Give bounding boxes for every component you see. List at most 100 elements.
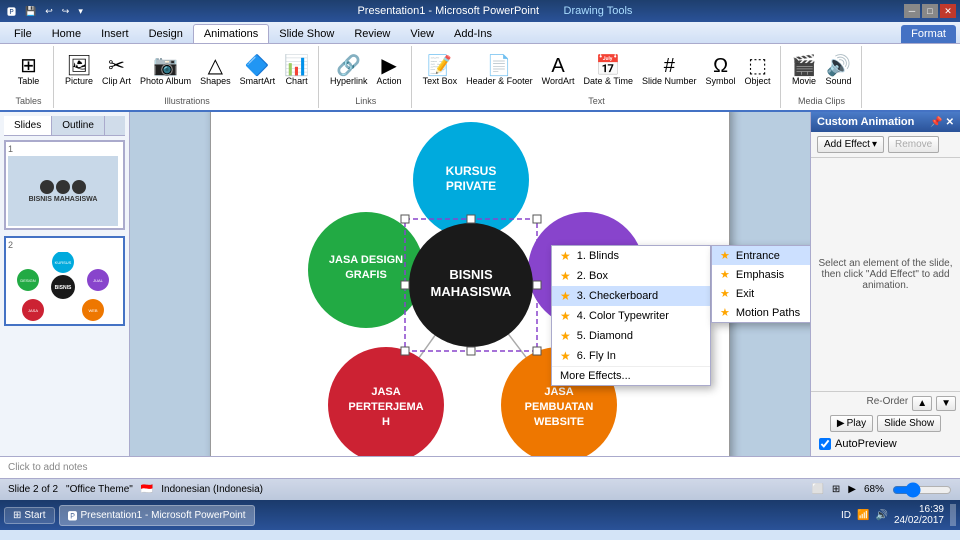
dropdown-arrow-icon: ▾	[872, 139, 877, 150]
photo-album-icon: 📷	[153, 56, 178, 76]
header-footer-icon: 📄	[487, 56, 512, 76]
close-btn[interactable]: ✕	[940, 4, 956, 18]
tab-insert[interactable]: Insert	[91, 25, 139, 43]
powerpoint-taskbar-btn[interactable]: 🅿 Presentation1 - Microsoft PowerPoint	[59, 505, 255, 526]
outline-tab[interactable]: Outline	[52, 116, 105, 135]
time-display: 16:39	[894, 504, 944, 515]
tab-view[interactable]: View	[400, 25, 444, 43]
date-time-button[interactable]: 📅 Date & Time	[580, 54, 636, 88]
svg-text:KURSUS: KURSUS	[446, 164, 497, 178]
tab-slideshow[interactable]: Slide Show	[269, 25, 344, 43]
slideshow-label: Slide Show	[884, 418, 934, 429]
table-button[interactable]: ⊞ Table	[14, 54, 44, 88]
hyperlink-button[interactable]: 🔗 Hyperlink	[327, 54, 371, 88]
maximize-btn[interactable]: □	[922, 4, 938, 18]
submenu-item-motion-paths[interactable]: ★ Motion Paths ▶	[712, 303, 810, 322]
smartart-button[interactable]: 🔷 SmartArt	[237, 54, 279, 88]
tab-review[interactable]: Review	[344, 25, 400, 43]
menu-item-fly-in[interactable]: ★ 6. Fly In	[552, 346, 710, 366]
slide-show-button[interactable]: Slide Show	[877, 415, 941, 432]
clipart-icon: ✂	[108, 56, 125, 76]
submenu-item-exit[interactable]: ★ Exit ▶	[712, 284, 810, 303]
clipart-button[interactable]: ✂ Clip Art	[99, 54, 134, 88]
slide-number-button[interactable]: # Slide Number	[639, 54, 700, 88]
textbox-icon: 📝	[427, 56, 452, 76]
view-slideshow-icon[interactable]: ▶	[848, 484, 856, 495]
sound-button[interactable]: 🔊 Sound	[822, 54, 854, 88]
start-button[interactable]: ⊞ Start	[4, 507, 55, 524]
slides-tab[interactable]: Slides	[4, 116, 52, 135]
tab-file[interactable]: File	[4, 25, 42, 43]
slide-thumb-1[interactable]: 1 BISNIS MAHASISWA	[4, 140, 125, 230]
zoom-level: 68%	[864, 484, 884, 495]
photo-album-button[interactable]: 📷 Photo Album	[137, 54, 194, 88]
show-desktop-btn[interactable]	[950, 504, 956, 526]
submenu-item-emphasis[interactable]: ★ Emphasis ▶	[712, 265, 810, 284]
menu-item-color-typewriter[interactable]: ★ 4. Color Typewriter	[552, 306, 710, 326]
smartart-icon: 🔷	[245, 56, 270, 76]
symbol-button[interactable]: Ω Symbol	[703, 54, 739, 88]
redo-btn[interactable]: ↪	[59, 5, 73, 18]
object-button[interactable]: ⬚ Object	[742, 54, 774, 88]
minimize-btn[interactable]: ─	[904, 4, 920, 18]
menu-item-blinds-label: 1. Blinds	[577, 250, 619, 262]
notes-placeholder: Click to add notes	[8, 462, 88, 473]
chart-button[interactable]: 📊 Chart	[281, 54, 312, 88]
movie-button[interactable]: 🎬 Movie	[789, 54, 820, 88]
textbox-button[interactable]: 📝 Text Box	[420, 54, 461, 88]
flag-icon: 🇮🇩	[141, 484, 153, 495]
dropdown-menu[interactable]: ★ 1. Blinds ★ 2. Box ★ 3. Checkerboard ★…	[551, 245, 711, 386]
autopreview-checkbox[interactable]	[819, 438, 831, 450]
anim-panel-pin[interactable]: 📌	[930, 117, 942, 128]
date-display: 24/02/2017	[894, 515, 944, 526]
slide-thumb-2[interactable]: 2 BISNIS KURSUS DESIGN JUAL JASA WEB	[4, 236, 125, 326]
header-footer-button[interactable]: 📄 Header & Footer	[463, 54, 536, 88]
panel-tabs: Slides Outline	[4, 116, 125, 136]
editing-area: KURSUS PRIVATE JASA DESIGN GRAFIS JUAL B…	[130, 112, 810, 456]
customize-btn[interactable]: ▾	[75, 5, 86, 18]
svg-text:PERTERJEMA: PERTERJEMA	[348, 401, 423, 413]
action-icon: ▶	[381, 56, 396, 76]
picture-button[interactable]: 🖼 Picture	[62, 54, 96, 88]
autopreview-label: AutoPreview	[835, 438, 897, 450]
menu-item-box[interactable]: ★ 2. Box	[552, 266, 710, 286]
zoom-slider[interactable]	[892, 484, 952, 496]
tab-design[interactable]: Design	[139, 25, 193, 43]
submenu-item-entrance[interactable]: ★ Entrance ▶	[712, 246, 810, 265]
shapes-button[interactable]: △ Shapes	[197, 54, 234, 88]
wordart-button[interactable]: A WordArt	[539, 54, 578, 88]
chart-icon: 📊	[284, 56, 309, 76]
network-icon: 📶	[857, 510, 869, 521]
tab-addins[interactable]: Add-Ins	[444, 25, 502, 43]
svg-text:BISNIS: BISNIS	[449, 267, 493, 282]
reorder-down-button[interactable]: ▼	[936, 396, 956, 411]
view-normal-icon[interactable]: ⬜	[811, 484, 823, 495]
save-btn[interactable]: 💾	[22, 5, 39, 18]
anim-playback-controls: ▶ Play Slide Show	[815, 415, 956, 432]
play-button[interactable]: ▶ Play	[830, 415, 873, 432]
menu-item-checkerboard-label: 3. Checkerboard	[577, 290, 658, 302]
anim-bottom-controls: Re-Order ▲ ▼ ▶ Play Slide Show AutoPrevi…	[811, 391, 960, 456]
svg-text:WEB: WEB	[88, 308, 97, 313]
tab-animations[interactable]: Animations	[193, 24, 269, 43]
add-effect-button[interactable]: Add Effect ▾	[817, 136, 884, 153]
menu-item-diamond[interactable]: ★ 5. Diamond	[552, 326, 710, 346]
tables-label: Tables	[15, 96, 41, 106]
menu-item-checkerboard[interactable]: ★ 3. Checkerboard	[552, 286, 710, 306]
tab-home[interactable]: Home	[42, 25, 91, 43]
action-button[interactable]: ▶ Action	[374, 54, 405, 88]
tab-format[interactable]: Format	[901, 25, 956, 43]
object-icon: ⬚	[748, 56, 767, 76]
anim-panel-close[interactable]: ✕	[946, 117, 954, 128]
menu-item-blinds[interactable]: ★ 1. Blinds	[552, 246, 710, 266]
notes-area[interactable]: Click to add notes	[0, 456, 960, 478]
tables-items: ⊞ Table	[14, 48, 44, 94]
window-controls: ─ □ ✕	[904, 4, 956, 18]
submenu[interactable]: ★ Entrance ▶ ★ Emphasis ▶ ★ Exit ▶ ★ Mot…	[711, 245, 810, 323]
undo-btn[interactable]: ↩	[42, 5, 56, 18]
remove-button[interactable]: Remove	[888, 136, 939, 153]
svg-text:WEBSITE: WEBSITE	[534, 416, 584, 428]
view-slide-sorter-icon[interactable]: ⊞	[832, 484, 840, 495]
reorder-up-button[interactable]: ▲	[912, 396, 932, 411]
menu-item-more-effects[interactable]: More Effects...	[552, 367, 710, 385]
